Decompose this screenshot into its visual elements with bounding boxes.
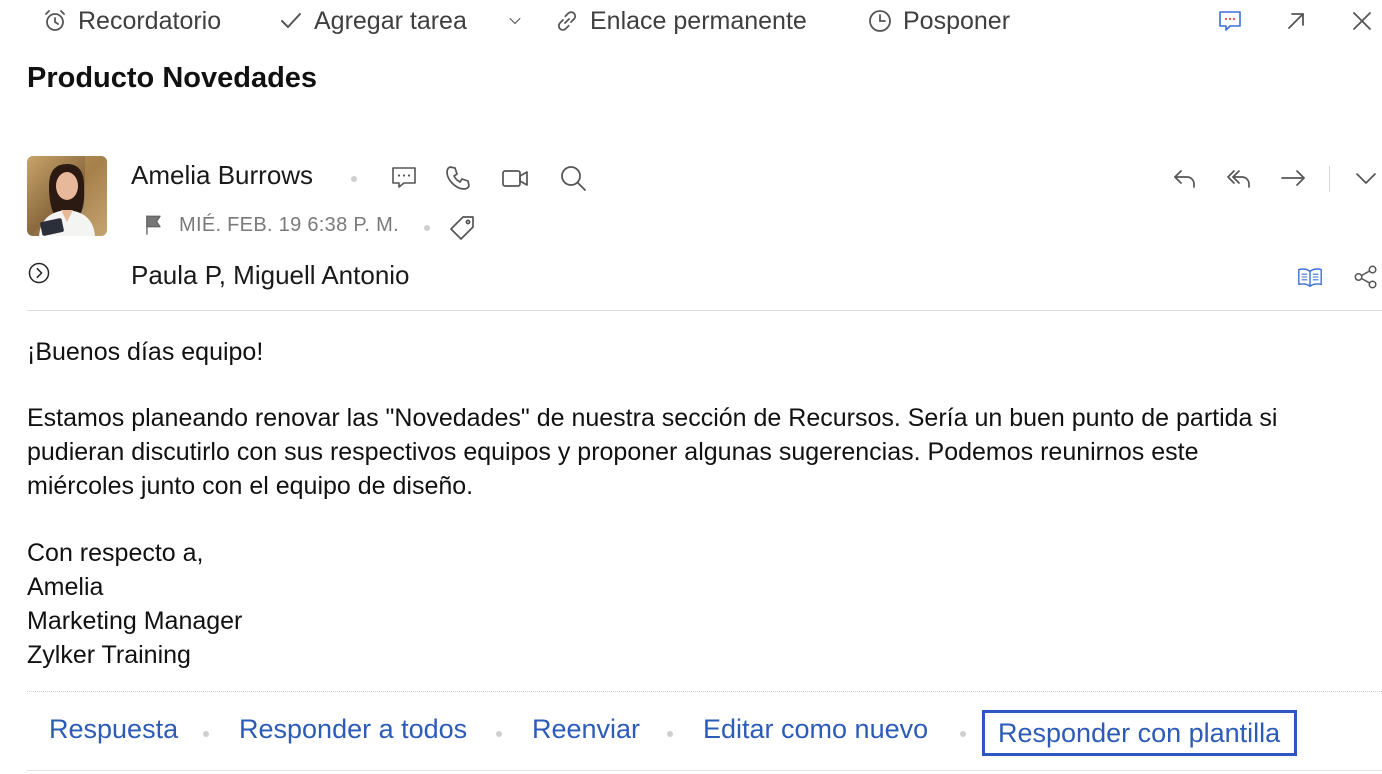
body-signoff: Con respecto a,	[27, 539, 204, 567]
separator-dot	[496, 731, 502, 737]
recipients-line: Paula P, Miguell Antonio	[131, 260, 410, 291]
call-button[interactable]	[440, 160, 476, 196]
forward-link[interactable]: Reenviar	[532, 714, 640, 745]
mail-toolbar: Recordatorio Agregar tarea Enlace perman…	[0, 0, 1382, 44]
permalink-button[interactable]: Enlace permanente	[554, 4, 807, 38]
reading-mode-button[interactable]	[1292, 259, 1328, 295]
alarm-clock-icon	[45, 10, 65, 31]
expand-details-button[interactable]	[21, 255, 57, 291]
body-paragraph-line-2: pudieran discutirlo con sus respectivos …	[27, 438, 1199, 466]
forward-icon-button[interactable]	[1275, 160, 1311, 196]
footer-divider	[27, 770, 1382, 771]
add-task-button[interactable]: Agregar tarea	[278, 4, 467, 38]
tag-icon	[450, 216, 474, 240]
sender-avatar[interactable]	[27, 156, 107, 236]
body-greeting: ¡Buenos días equipo!	[27, 338, 264, 366]
search-icon	[561, 166, 586, 191]
edit-as-new-link[interactable]: Editar como nuevo	[703, 714, 928, 745]
recipient-separator: ,	[218, 260, 234, 290]
check-icon	[281, 13, 301, 28]
arrow-right-icon	[1281, 170, 1305, 186]
reminder-label: Recordatorio	[78, 6, 222, 35]
signature-company: Zylker Training	[27, 641, 191, 669]
avatar-photo	[27, 156, 107, 236]
email-subject: Producto Novedades	[27, 62, 318, 94]
close-button[interactable]	[1347, 6, 1377, 36]
snooze-label: Posponer	[903, 6, 1011, 35]
arrow-up-right-icon	[1288, 13, 1304, 29]
open-book-icon	[1298, 268, 1322, 288]
chat-bubble-icon	[392, 167, 416, 188]
reply-with-template-link[interactable]: Responder con plantilla	[982, 710, 1297, 756]
chat-button[interactable]	[1215, 6, 1245, 36]
snooze-button[interactable]: Posponer	[867, 4, 1010, 38]
chevron-down-icon	[1356, 173, 1376, 184]
reply-all-icon	[1227, 170, 1250, 188]
recipient-paula[interactable]: Paula P	[131, 260, 219, 290]
reply-link[interactable]: Respuesta	[49, 714, 178, 745]
separator-dot	[424, 225, 430, 231]
reminder-button[interactable]: Recordatorio	[42, 4, 221, 38]
chevron-down-icon	[509, 17, 521, 25]
sender-chat-button[interactable]	[386, 160, 422, 196]
pop-out-button[interactable]	[1281, 6, 1311, 36]
chat-bubble-icon	[1219, 11, 1241, 31]
separator-dot	[960, 731, 966, 737]
toolbar-divider	[1329, 166, 1330, 192]
signature-title: Marketing Manager	[27, 607, 243, 635]
header-divider	[27, 310, 1382, 311]
separator-dot	[351, 176, 357, 182]
close-icon	[1353, 12, 1371, 30]
more-actions-dropdown[interactable]	[1348, 160, 1382, 196]
link-icon	[557, 11, 577, 31]
phone-icon	[446, 166, 470, 190]
share-button[interactable]	[1348, 259, 1382, 295]
add-task-label: Agregar tarea	[314, 6, 467, 35]
recipient-miguell[interactable]: Miguell Antonio	[233, 260, 409, 290]
body-paragraph-line-3: miércoles junto con el equipo de diseño.	[27, 472, 474, 500]
sender-name[interactable]: Amelia Burrows	[131, 160, 313, 191]
video-camera-icon	[502, 170, 528, 187]
video-call-button[interactable]	[497, 160, 533, 196]
body-paragraph-line-1: Estamos planeando renovar las "Novedades…	[27, 404, 1278, 432]
flag-button[interactable]	[136, 208, 170, 242]
chevron-right-circle-icon	[28, 262, 50, 284]
separator-dot	[667, 731, 673, 737]
share-icon	[1354, 265, 1377, 289]
add-task-dropdown[interactable]	[502, 6, 528, 36]
reply-icon	[1174, 170, 1195, 188]
email-date: MIÉ. FEB. 19 6:38 P. M.	[179, 214, 399, 236]
reply-icon-button[interactable]	[1167, 160, 1203, 196]
body-divider	[27, 691, 1382, 692]
search-sender-button[interactable]	[555, 160, 591, 196]
tag-button[interactable]	[444, 210, 480, 246]
reply-all-link[interactable]: Responder a todos	[239, 714, 467, 745]
separator-dot	[203, 731, 209, 737]
signature-name: Amelia	[27, 573, 104, 601]
permalink-label: Enlace permanente	[590, 6, 807, 35]
reply-all-icon-button[interactable]	[1221, 160, 1257, 196]
flag-icon	[146, 215, 161, 235]
clock-icon	[869, 10, 891, 32]
